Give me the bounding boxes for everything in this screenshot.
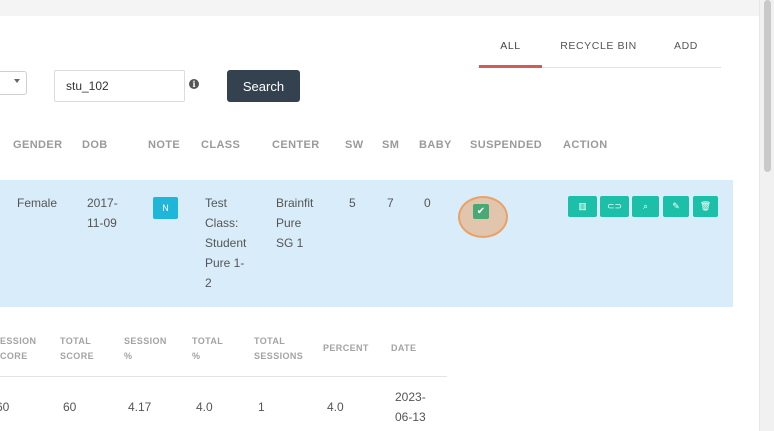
- header-action: ACTION: [563, 139, 608, 151]
- header-baby[interactable]: BABY: [419, 139, 452, 151]
- tab-add[interactable]: ADD: [666, 34, 706, 68]
- scrollbar-thumb[interactable]: [764, 0, 771, 172]
- suspended-checkbox[interactable]: ✔: [473, 204, 489, 219]
- header-dob[interactable]: DOB: [82, 139, 108, 151]
- center-line: Pure: [276, 216, 302, 230]
- header-center[interactable]: CENTER: [272, 139, 320, 151]
- subheader-percent: PERCENT: [323, 343, 369, 353]
- edit-icon: ✎: [672, 201, 680, 211]
- tab-recycle-bin[interactable]: RECYCLE BIN: [556, 34, 641, 68]
- top-strip: [0, 0, 759, 16]
- total-sessions-cell: 1: [258, 400, 265, 414]
- subheader-date: DATE: [391, 343, 417, 353]
- tab-bar: ALL RECYCLE BIN ADD: [478, 34, 721, 68]
- header-sm[interactable]: SM: [382, 139, 399, 151]
- note-badge-button[interactable]: N: [153, 197, 178, 219]
- total-percent-cell: 4.0: [196, 400, 213, 414]
- edit-button[interactable]: ✎: [663, 196, 689, 217]
- trash-icon: 🗑: [699, 201, 712, 211]
- table-row[interactable]: Female 2017- 11-09 N Test Class: Student…: [0, 180, 733, 307]
- sw-cell: 5: [349, 196, 356, 210]
- class-line: Class:: [205, 216, 239, 230]
- link-button[interactable]: ⊂⊃: [600, 196, 629, 217]
- search-icon: ⌕: [642, 201, 649, 211]
- header-suspended[interactable]: SUSPENDED: [470, 139, 542, 151]
- link-icon: ⊂⊃: [606, 201, 623, 211]
- session-score-cell: 60: [0, 400, 10, 414]
- class-line: Pure 1-: [205, 256, 245, 270]
- class-line: Test: [205, 196, 228, 210]
- dob-line: 11-09: [87, 216, 117, 230]
- dob-line: 2017-: [87, 196, 118, 210]
- subheader-total-sessions: TOTAL SESSIONS: [254, 336, 304, 361]
- date-cell: 2023- 06-13: [395, 390, 426, 424]
- students-panel: ALL RECYCLE BIN ADD i Search GENDER DOB …: [0, 16, 759, 431]
- filter-select[interactable]: [0, 71, 27, 95]
- class-cell: Test Class: Student Pure 1- 2: [205, 193, 246, 293]
- total-score-cell: 60: [63, 400, 77, 414]
- center-cell: Brainfit Pure SG 1: [276, 193, 313, 253]
- sm-cell: 7: [387, 196, 394, 210]
- gender-cell: Female: [17, 196, 58, 210]
- divider: [0, 376, 447, 377]
- dob-cell: 2017- 11-09: [87, 193, 118, 233]
- subheader-total-score: TOTAL SCORE: [60, 336, 95, 361]
- baby-cell: 0: [424, 196, 431, 210]
- search-button[interactable]: Search: [227, 70, 300, 102]
- session-percent-cell: 4.17: [128, 400, 152, 414]
- vertical-scrollbar[interactable]: [759, 0, 774, 431]
- view-button[interactable]: ⌕: [632, 196, 659, 217]
- subheader-session-percent: SESSION%: [124, 336, 167, 361]
- center-line: SG 1: [276, 236, 304, 250]
- class-line: 2: [205, 276, 212, 290]
- subheader-session-score: ESSION CORE: [0, 336, 37, 361]
- header-sw[interactable]: SW: [345, 139, 364, 151]
- class-line: Student: [205, 236, 247, 250]
- info-icon[interactable]: i: [189, 79, 199, 89]
- bar-chart-icon: ▥: [578, 201, 587, 211]
- search-input[interactable]: [54, 70, 185, 102]
- report-button[interactable]: ▥: [568, 196, 597, 217]
- center-line: Brainfit: [276, 196, 314, 210]
- header-class[interactable]: CLASS: [201, 139, 240, 151]
- tab-all[interactable]: ALL: [479, 34, 542, 68]
- subheader-total-percent: TOTAL%: [192, 336, 224, 361]
- delete-button[interactable]: 🗑: [693, 196, 718, 217]
- chevron-down-icon: [14, 79, 20, 83]
- header-note[interactable]: NOTE: [148, 139, 180, 151]
- header-gender[interactable]: GENDER: [13, 139, 62, 151]
- percent-cell: 4.0: [327, 400, 344, 414]
